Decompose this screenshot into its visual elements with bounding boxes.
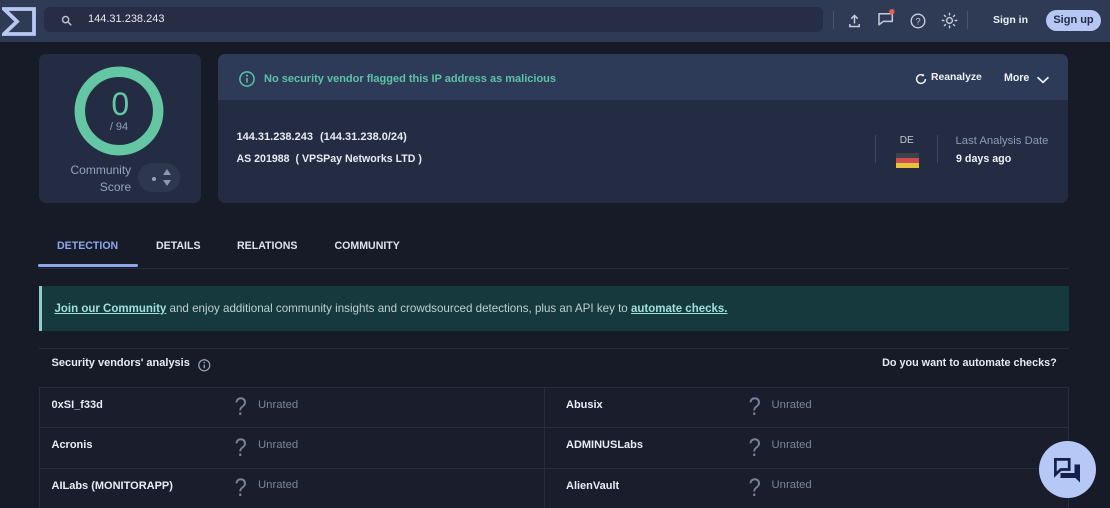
svg-text:?: ? — [915, 16, 920, 27]
